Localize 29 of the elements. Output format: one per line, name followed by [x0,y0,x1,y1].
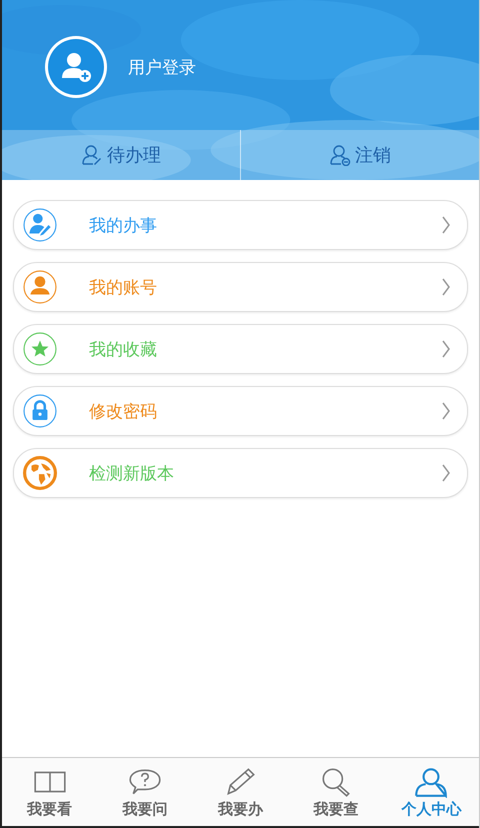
avatar-icon[interactable] [44,35,108,99]
menu-label: 修改密码 [89,400,158,422]
user-minus-icon [329,144,351,166]
password-icon [23,394,57,428]
account-icon [23,270,57,304]
favorites-icon [23,332,57,366]
chevron-icon [441,402,451,420]
user-pencil-icon [81,144,103,166]
nav-tab[interactable]: 我要查 [288,758,384,826]
menu-label: 检测新版本 [89,462,175,484]
menu-item[interactable]: 检测新版本 [13,448,468,498]
menu-label: 我的账号 [89,276,158,298]
menu-item[interactable]: 我的收藏 [13,324,468,374]
nav-tab[interactable]: 个人中心 [384,758,480,826]
nav-tab[interactable]: 我要办 [192,758,288,826]
chevron-icon [441,216,451,234]
chevron-icon [441,278,451,296]
menu-item[interactable]: 修改密码 [13,386,468,436]
user-icon [413,766,450,798]
nav-tab[interactable]: 我要看 [2,758,98,826]
menu-item[interactable]: 我的办事 [13,200,468,250]
menu-label: 我的办事 [89,214,158,236]
menu-label: 我的收藏 [89,338,158,360]
chevron-icon [441,464,451,482]
login-label[interactable]: 用户登录 [128,56,196,78]
menu-item[interactable]: 我的账号 [13,262,468,312]
pending-button[interactable]: 待办理 [2,130,240,180]
nav-tab[interactable]: 我要问 [97,758,193,826]
chevron-icon [441,340,451,358]
